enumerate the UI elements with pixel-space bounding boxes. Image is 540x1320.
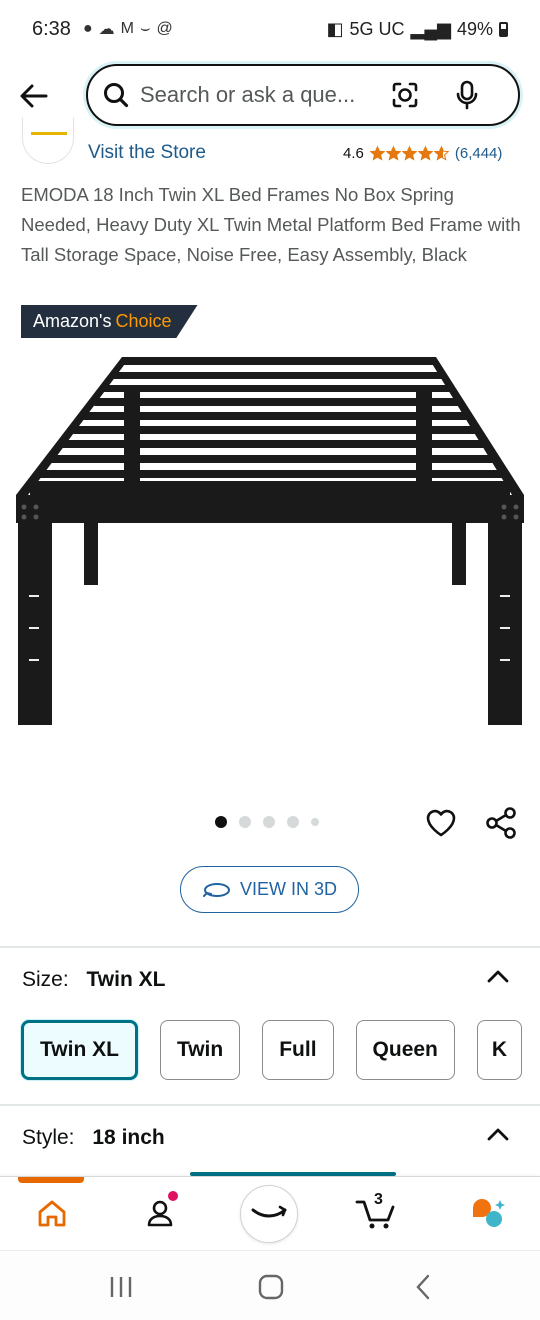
size-option-queen[interactable]: Queen [355, 1020, 455, 1080]
style-value: 18 inch [92, 1126, 165, 1149]
home-system-button[interactable] [256, 1273, 286, 1301]
nav-rufus[interactable] [466, 1191, 510, 1235]
size-option-king[interactable]: K [476, 1020, 523, 1080]
back-chevron-icon [416, 1274, 430, 1300]
size-option-twin-xl[interactable]: Twin XL [21, 1020, 138, 1080]
status-time: 6:38 [32, 17, 71, 40]
notification-icons: ● ☁ M ⌣ @ [83, 19, 173, 39]
nav-home[interactable] [30, 1191, 74, 1235]
size-value: Twin XL [86, 968, 166, 991]
rating-count: (6,444) [454, 145, 503, 162]
size-options: Twin XL Twin Full Queen K [21, 1020, 523, 1080]
share-button[interactable] [484, 806, 518, 840]
search-bar[interactable] [86, 64, 520, 126]
view-in-3d-button[interactable]: VIEW IN 3D [180, 866, 359, 913]
notification-badge [168, 1191, 178, 1201]
amazon-icon: ⌣ [139, 20, 151, 37]
chevron-up-icon[interactable] [486, 1126, 510, 1142]
star-rating-icon [369, 146, 449, 161]
carousel-dot[interactable] [311, 818, 319, 826]
chevron-up-icon[interactable] [486, 968, 510, 984]
product-title: EMODA 18 Inch Twin XL Bed Frames No Box … [21, 184, 521, 265]
mail-icon: M [120, 20, 134, 37]
camera-lens-icon [392, 82, 418, 108]
at-icon: @ [156, 20, 173, 37]
star-icon [417, 146, 433, 161]
home-icon [38, 1200, 66, 1227]
image-carousel-dots[interactable] [215, 816, 319, 828]
carousel-dot[interactable] [215, 816, 227, 828]
battery-icon [499, 21, 508, 37]
rating-value: 4.6 [343, 145, 364, 162]
amazon-smile-icon [251, 1205, 287, 1218]
cloud-icon: ☁ [98, 21, 115, 38]
message-icon: ● [82, 20, 93, 37]
recent-apps-button[interactable] [106, 1273, 136, 1301]
visit-store-link[interactable]: Visit the Store [88, 142, 206, 164]
bottom-navigation: 3 [0, 1176, 540, 1248]
search-header [0, 58, 540, 134]
view-in-3d-label: VIEW IN 3D [239, 879, 337, 899]
star-icon [433, 146, 449, 161]
badge-prefix: Amazon's [33, 311, 112, 331]
star-icon [369, 146, 385, 161]
home-active-indicator [18, 1177, 84, 1183]
recent-apps-icon [110, 1277, 132, 1297]
back-arrow-icon [20, 84, 48, 108]
share-icon [486, 807, 516, 839]
back-system-button[interactable] [408, 1273, 438, 1301]
section-divider [0, 1104, 540, 1106]
wishlist-button[interactable] [424, 806, 458, 840]
rotate-3d-icon [202, 882, 230, 897]
search-input[interactable] [140, 82, 375, 108]
style-label: Style: [22, 1126, 75, 1149]
rating-summary[interactable]: 4.6 (6,444) [343, 145, 502, 162]
carousel-dot[interactable] [287, 816, 299, 828]
home-square-icon [258, 1274, 284, 1300]
section-divider [0, 946, 540, 948]
carousel-dot[interactable] [263, 816, 275, 828]
star-icon [385, 146, 401, 161]
search-icon [104, 83, 129, 108]
size-label: Size: [22, 968, 69, 991]
status-bar: 6:38 ● ☁ M ⌣ @ ◧ 5G UC ▂▄▆ 49% [0, 0, 540, 58]
camera-search-button[interactable] [385, 75, 425, 115]
size-selector-header[interactable]: Size: Twin XL [22, 968, 165, 992]
signal-icon: ▂▄▆ [410, 18, 451, 39]
amazons-choice-badge[interactable]: Amazon's Choice [21, 305, 198, 338]
account-icon [147, 1200, 173, 1227]
nav-cart[interactable]: 3 [354, 1191, 398, 1235]
size-option-full[interactable]: Full [262, 1020, 334, 1080]
nav-account[interactable] [138, 1191, 182, 1235]
battery-percent: 49% [456, 18, 493, 39]
style-selector-header[interactable]: Style: 18 inch [22, 1126, 165, 1150]
system-navigation-bar [0, 1250, 540, 1320]
store-logo[interactable] [22, 118, 74, 164]
star-icon [401, 146, 417, 161]
nav-alexa[interactable] [240, 1185, 298, 1243]
network-label: 5G UC [349, 18, 405, 39]
size-option-twin[interactable]: Twin [159, 1020, 241, 1080]
voice-search-button[interactable] [447, 75, 487, 115]
product-image[interactable] [0, 345, 540, 745]
carousel-dot[interactable] [239, 816, 251, 828]
heart-icon [426, 809, 456, 837]
rufus-icon [473, 1199, 505, 1227]
cart-count: 3 [374, 1191, 383, 1208]
data-saver-icon: ◧ [326, 18, 344, 39]
microphone-icon [456, 80, 478, 110]
back-button[interactable] [14, 76, 54, 116]
badge-choice: Choice [115, 311, 172, 331]
